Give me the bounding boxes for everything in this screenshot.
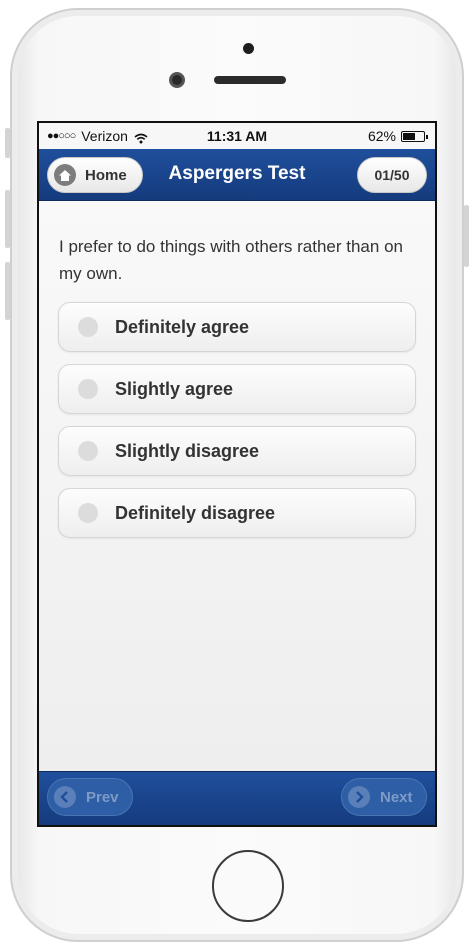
chevron-left-icon	[54, 786, 76, 808]
earpiece-speaker	[214, 76, 286, 84]
volume-up-button	[5, 190, 10, 248]
chevron-right-icon	[348, 786, 370, 808]
radio-icon[interactable]	[78, 379, 98, 399]
option-slightly-disagree[interactable]: Slightly disagree	[58, 426, 416, 476]
power-button	[464, 205, 469, 267]
status-bar: ●●○○○ Verizon 11:31 AM 62%	[39, 123, 435, 149]
front-camera	[169, 72, 185, 88]
screen: ●●○○○ Verizon 11:31 AM 62% Home Asperger…	[37, 121, 437, 827]
option-label: Slightly agree	[115, 378, 234, 399]
app-header: Home Aspergers Test 01/50	[39, 149, 435, 201]
next-button[interactable]: Next	[341, 778, 427, 816]
battery-icon	[401, 130, 428, 142]
question-text: I prefer to do things with others rather…	[59, 237, 403, 283]
next-label: Next	[380, 788, 413, 806]
option-label: Definitely agree	[115, 316, 250, 337]
prev-button[interactable]: Prev	[47, 778, 133, 816]
footer-nav: Prev Next	[39, 771, 435, 825]
option-definitely-agree[interactable]: Definitely agree	[58, 302, 416, 352]
option-definitely-disagree[interactable]: Definitely disagree	[58, 488, 416, 538]
camera-dot	[243, 43, 254, 54]
question-counter[interactable]: 01/50	[357, 157, 427, 193]
hardware-home-button[interactable]	[212, 850, 284, 922]
radio-icon[interactable]	[78, 441, 98, 461]
question-content: I prefer to do things with others rather…	[39, 201, 435, 775]
prev-label: Prev	[86, 788, 119, 806]
battery-percent: 62%	[367, 128, 396, 144]
mute-switch	[5, 128, 10, 158]
option-label: Definitely disagree	[115, 502, 276, 523]
answer-options: Definitely agree Slightly agree Slightly…	[58, 302, 416, 550]
battery-fill	[403, 132, 415, 140]
option-label: Slightly disagree	[115, 440, 260, 461]
radio-icon[interactable]	[78, 503, 98, 523]
volume-down-button	[5, 262, 10, 320]
option-slightly-agree[interactable]: Slightly agree	[58, 364, 416, 414]
radio-icon[interactable]	[78, 317, 98, 337]
